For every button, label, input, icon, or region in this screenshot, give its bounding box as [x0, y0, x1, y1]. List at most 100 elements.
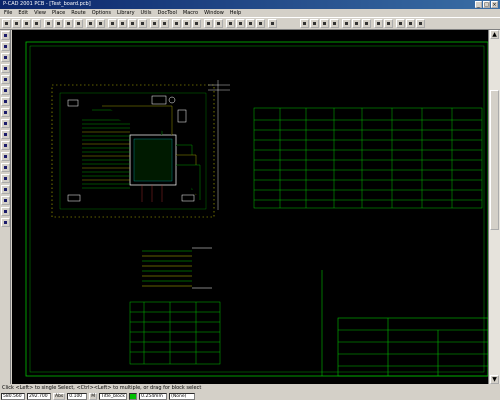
zoom-in-button[interactable] — [108, 19, 117, 28]
coordinate-bar: 580.560 292.700 Abs 0.100 M Title_block … — [0, 392, 500, 400]
zoom-window-button[interactable] — [128, 19, 137, 28]
text-icon[interactable] — [1, 97, 10, 106]
report-button[interactable] — [192, 19, 201, 28]
place-part-button[interactable] — [300, 19, 309, 28]
parts-table — [129, 301, 221, 365]
via-icon[interactable] — [1, 86, 10, 95]
place-polygon-button[interactable] — [362, 19, 371, 28]
place-via-button[interactable] — [320, 19, 329, 28]
layer-toggle-button[interactable]: M — [89, 392, 98, 400]
window-title: P-CAD 2001 PCB - [Test_board.pcb] — [3, 1, 91, 7]
place-field-button[interactable] — [406, 19, 415, 28]
menu-doctool[interactable]: DocTool — [158, 9, 177, 17]
netlist-button[interactable] — [182, 19, 191, 28]
keepout-icon[interactable] — [1, 163, 10, 172]
route-icon[interactable] — [1, 42, 10, 51]
component-icon[interactable] — [1, 152, 10, 161]
copy-button[interactable] — [64, 19, 73, 28]
menu-edit[interactable]: Edit — [18, 9, 28, 17]
redo-button[interactable] — [96, 19, 105, 28]
menu-route[interactable]: Route — [71, 9, 86, 17]
menu-options[interactable]: Options — [92, 9, 111, 17]
pad-icon[interactable] — [1, 75, 10, 84]
fill-icon[interactable] — [1, 141, 10, 150]
line-icon[interactable] — [1, 108, 10, 117]
route-button[interactable] — [204, 19, 213, 28]
menu-window[interactable]: Window — [204, 9, 224, 17]
paste-button[interactable] — [74, 19, 83, 28]
ic-footprint — [129, 134, 177, 186]
undo-button[interactable] — [86, 19, 95, 28]
net-select[interactable]: (None) — [169, 392, 196, 400]
cut-button[interactable] — [54, 19, 63, 28]
new-button[interactable] — [12, 19, 21, 28]
pcb-canvas[interactable] — [12, 30, 488, 384]
layers-button[interactable] — [160, 19, 169, 28]
menu-bar: File Edit View Place Route Options Libra… — [0, 9, 500, 17]
drc-button[interactable] — [172, 19, 181, 28]
title-bar: P-CAD 2001 PCB - [Test_board.pcb] _ □ × — [0, 0, 500, 9]
scroll-down-icon[interactable]: ▼ — [490, 375, 499, 384]
place-keepout-button[interactable] — [384, 19, 393, 28]
left-tool-palette — [0, 30, 11, 384]
scroll-thumb[interactable] — [490, 90, 499, 230]
menu-file[interactable]: File — [4, 9, 12, 17]
polygon-icon[interactable] — [1, 130, 10, 139]
menu-macro[interactable]: Macro — [183, 9, 198, 17]
save-button[interactable] — [32, 19, 41, 28]
window-controls: _ □ × — [475, 1, 498, 8]
maximize-icon[interactable]: □ — [483, 1, 490, 8]
place-text-button[interactable] — [330, 19, 339, 28]
drill-table — [253, 107, 483, 209]
layer-color-swatch — [129, 392, 138, 400]
y-coordinate: 292.700 — [27, 392, 51, 400]
zoom-extent-button[interactable] — [138, 19, 147, 28]
place-line-button[interactable] — [342, 19, 351, 28]
zoom-icon[interactable] — [1, 64, 10, 73]
main-toolbar — [0, 17, 500, 30]
scroll-up-icon[interactable]: ▲ — [490, 30, 499, 39]
attribute-icon[interactable] — [1, 185, 10, 194]
redraw-button[interactable] — [150, 19, 159, 28]
menu-library[interactable]: Library — [117, 9, 134, 17]
help-button[interactable] — [268, 19, 277, 28]
layer-select[interactable]: Title_block — [99, 392, 128, 400]
place-copper-button[interactable] — [374, 19, 383, 28]
arc-icon[interactable] — [1, 119, 10, 128]
zoom-out-button[interactable] — [118, 19, 127, 28]
select-tool-button[interactable] — [2, 19, 11, 28]
place-point-button[interactable] — [416, 19, 425, 28]
abs-button[interactable]: Abs — [53, 392, 66, 400]
manual-route-icon[interactable] — [1, 53, 10, 62]
point-icon[interactable] — [1, 196, 10, 205]
status-hint: Click <Left> to single Select, <Ctrl><Le… — [2, 385, 202, 391]
menu-place[interactable]: Place — [52, 9, 65, 17]
place-pad-button[interactable] — [310, 19, 319, 28]
plane-icon[interactable] — [1, 207, 10, 216]
highlight-button[interactable] — [246, 19, 255, 28]
drill-guide — [208, 80, 230, 210]
grid-select[interactable]: 0.100 — [67, 392, 88, 400]
menu-help[interactable]: Help — [230, 9, 241, 17]
width-select[interactable]: 0.254mm — [139, 392, 168, 400]
select-icon[interactable] — [1, 31, 10, 40]
autoroute-button[interactable] — [214, 19, 223, 28]
measure-button[interactable] — [226, 19, 235, 28]
measure-icon[interactable] — [1, 218, 10, 227]
open-button[interactable] — [22, 19, 31, 28]
unhighlight-button[interactable] — [256, 19, 265, 28]
menu-view[interactable]: View — [34, 9, 46, 17]
pcb-drawing — [25, 41, 488, 377]
dimension-icon[interactable] — [1, 174, 10, 183]
menu-utils[interactable]: Utils — [141, 9, 152, 17]
minimize-icon[interactable]: _ — [475, 1, 482, 8]
layer-stackup — [142, 247, 212, 289]
title-block — [321, 270, 488, 377]
status-bar: Click <Left> to single Select, <Ctrl><Le… — [0, 384, 500, 392]
place-arc-button[interactable] — [352, 19, 361, 28]
vertical-scrollbar[interactable]: ▲ ▼ — [488, 30, 500, 384]
print-button[interactable] — [44, 19, 53, 28]
place-dimension-button[interactable] — [396, 19, 405, 28]
query-button[interactable] — [236, 19, 245, 28]
close-icon[interactable]: × — [491, 1, 498, 8]
